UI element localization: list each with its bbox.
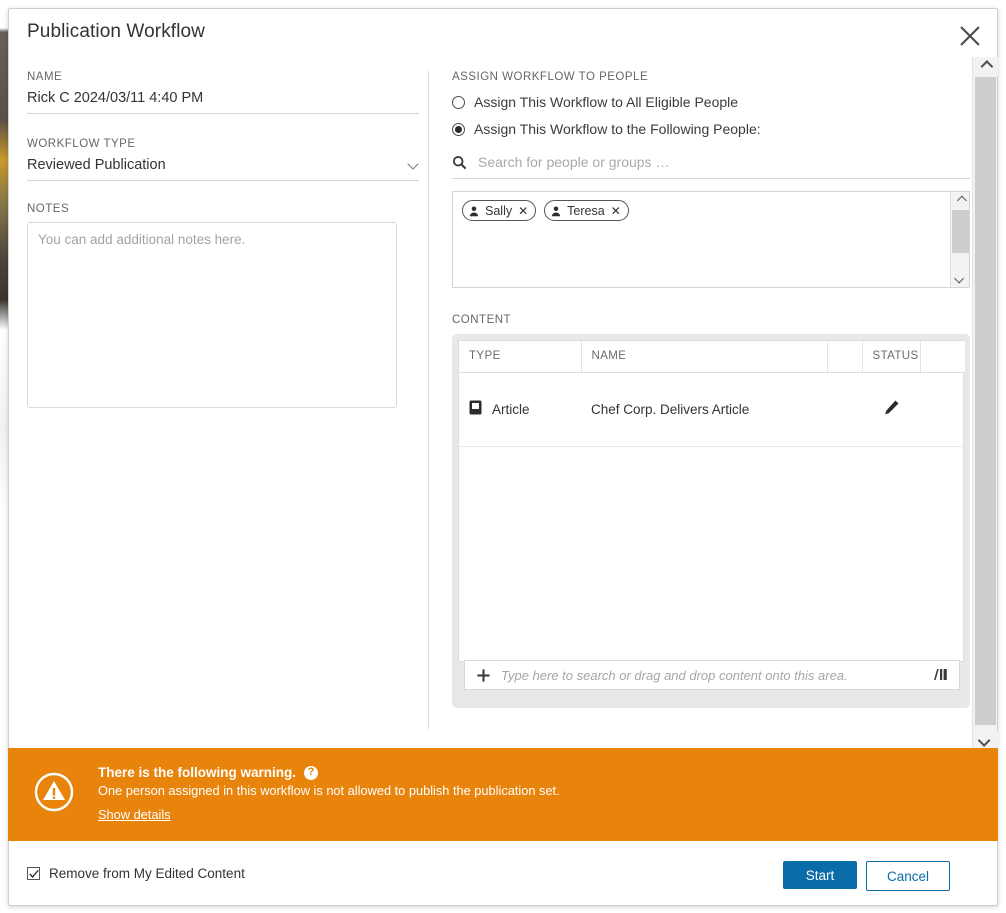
scrollbar-thumb[interactable] — [952, 210, 969, 253]
dialog-body: NAME Rick C 2024/03/11 4:40 PM WORKFLOW … — [9, 57, 999, 750]
warning-icon — [34, 772, 74, 817]
right-column: ASSIGN WORKFLOW TO PEOPLE Assign This Wo… — [452, 71, 970, 708]
close-icon[interactable]: ✕ — [518, 205, 528, 217]
name-value[interactable]: Rick C 2024/03/11 4:40 PM — [27, 90, 419, 114]
table-header-row: TYPE NAME STATUS — [459, 341, 965, 372]
scrollbar-thumb[interactable] — [975, 77, 996, 725]
person-icon — [468, 205, 480, 217]
pencil-icon[interactable] — [883, 404, 900, 419]
checkbox-checked-icon — [27, 867, 40, 880]
radio-button-unselected — [452, 96, 465, 109]
content-table: TYPE NAME STATUS — [459, 341, 965, 447]
column-header-name[interactable]: NAME — [581, 341, 827, 372]
workflow-type-select[interactable]: Reviewed Publication — [27, 157, 419, 181]
radio-assign-following-label: Assign This Workflow to the Following Pe… — [474, 121, 761, 137]
name-label: NAME — [27, 71, 419, 83]
radio-assign-following[interactable]: Assign This Workflow to the Following Pe… — [452, 121, 970, 137]
cell-name: Chef Corp. Delivers Article — [581, 372, 827, 446]
chevron-down-icon[interactable] — [407, 158, 418, 169]
show-details-link[interactable]: Show details — [98, 807, 171, 822]
content-drop-area[interactable] — [464, 660, 960, 690]
close-icon[interactable]: ✕ — [611, 205, 621, 217]
warning-banner: There is the following warning. ? One pe… — [8, 748, 998, 841]
chevron-up-icon[interactable] — [973, 57, 998, 76]
workflow-type-value: Reviewed Publication — [27, 157, 166, 173]
person-chip-label: Teresa — [567, 204, 605, 218]
radio-button-selected — [452, 123, 465, 136]
people-chip-list: Sally ✕ Teresa ✕ — [453, 192, 969, 229]
notes-group: NOTES — [27, 203, 419, 413]
content-panel: TYPE NAME STATUS — [452, 334, 970, 708]
assign-caption: ASSIGN WORKFLOW TO PEOPLE — [452, 71, 970, 83]
selected-people-box: Sally ✕ Teresa ✕ — [452, 191, 970, 288]
content-caption: CONTENT — [452, 314, 970, 326]
column-header-actions[interactable] — [920, 341, 965, 372]
workflow-type-group: WORKFLOW TYPE Reviewed Publication — [27, 138, 419, 181]
cell-type-label: Article — [492, 402, 530, 417]
page-title: Publication Workflow — [27, 21, 205, 43]
column-header-status[interactable]: STATUS — [862, 341, 920, 372]
table-row[interactable]: Article Chef Corp. Delivers Article — [459, 372, 965, 446]
person-chip[interactable]: Teresa ✕ — [544, 200, 629, 221]
cell-type: Article — [459, 372, 581, 446]
notes-input[interactable] — [27, 222, 397, 408]
warning-title: There is the following warning. — [98, 765, 296, 780]
name-field-group: NAME Rick C 2024/03/11 4:40 PM — [27, 71, 419, 114]
close-icon[interactable] — [953, 19, 987, 53]
plus-icon[interactable] — [473, 668, 493, 683]
chevron-up-icon[interactable] — [951, 192, 970, 209]
dialog-footer: Remove from My Edited Content Start Canc… — [9, 848, 999, 905]
workflow-type-label: WORKFLOW TYPE — [27, 138, 419, 150]
person-chip-label: Sally — [485, 204, 512, 218]
notes-label: NOTES — [27, 203, 419, 215]
people-box-scrollbar[interactable] — [950, 192, 969, 287]
column-header-type[interactable]: TYPE — [459, 341, 581, 372]
search-input[interactable] — [476, 153, 946, 171]
dialog-scrollbar[interactable] — [972, 57, 997, 750]
person-icon — [550, 205, 562, 217]
person-chip[interactable]: Sally ✕ — [462, 200, 536, 221]
article-icon — [469, 400, 482, 418]
column-divider — [428, 71, 429, 729]
remove-from-edited-checkbox[interactable]: Remove from My Edited Content — [27, 866, 245, 881]
radio-assign-all[interactable]: Assign This Workflow to All Eligible Peo… — [452, 94, 970, 110]
start-button[interactable]: Start — [783, 861, 857, 889]
people-search-row — [452, 153, 970, 179]
left-column: NAME Rick C 2024/03/11 4:40 PM WORKFLOW … — [27, 71, 419, 413]
chevron-down-icon[interactable] — [951, 270, 970, 287]
content-search-input[interactable] — [499, 667, 929, 684]
content-table-wrapper: TYPE NAME STATUS — [458, 340, 964, 662]
cell-actions — [920, 372, 965, 446]
search-icon — [452, 155, 467, 170]
cell-status — [862, 372, 920, 446]
warning-message: One person assigned in this workflow is … — [98, 783, 560, 798]
cell-blank — [827, 372, 862, 446]
cancel-button[interactable]: Cancel — [866, 861, 950, 891]
radio-assign-all-label: Assign This Workflow to All Eligible Peo… — [474, 94, 738, 110]
warning-text-block: There is the following warning. ? One pe… — [98, 765, 560, 824]
columns-icon[interactable] — [929, 668, 951, 682]
column-header-blank[interactable] — [827, 341, 862, 372]
remove-checkbox-label: Remove from My Edited Content — [49, 866, 245, 881]
dialog-titlebar: Publication Workflow — [9, 9, 999, 57]
help-icon[interactable]: ? — [304, 766, 318, 780]
